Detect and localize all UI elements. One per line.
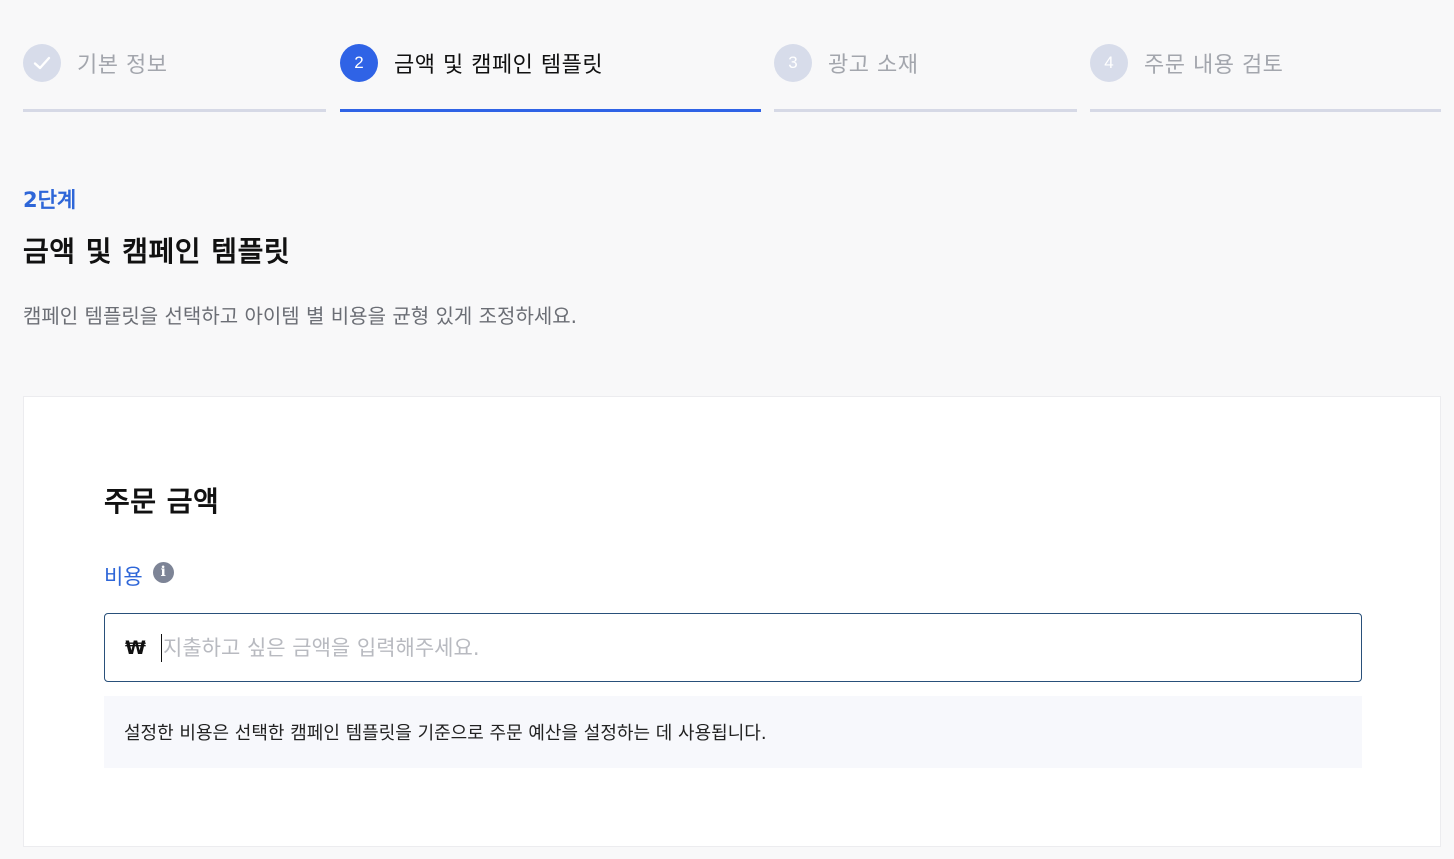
page-description: 캠페인 템플릿을 선택하고 아이템 별 비용을 균형 있게 조정하세요.: [23, 304, 578, 328]
stage-label: 2단계: [23, 188, 77, 212]
order-amount-card: 주문 금액 비용 i ₩ 설정한 비용은 선택한 캠페인 템플릿을 기준으로 주…: [23, 396, 1441, 847]
step-order-review[interactable]: 4 주문 내용 검토: [1090, 0, 1441, 114]
help-text: 설정한 비용은 선택한 캠페인 템플릿을 기준으로 주문 예산을 설정하는 데 …: [124, 723, 767, 744]
cost-label: 비용: [104, 565, 143, 589]
cost-input-box[interactable]: ₩: [104, 613, 1362, 682]
step-label: 기본 정보: [77, 53, 168, 78]
step-label: 금액 및 캠페인 템플릿: [394, 53, 604, 78]
step-label: 광고 소재: [828, 53, 919, 78]
stepper: 기본 정보 2 금액 및 캠페인 템플릿 3 광고 소재 4 주문 내용 검토: [0, 0, 1454, 120]
step-number: 3: [774, 44, 812, 82]
check-icon: [23, 44, 61, 82]
cost-label-row: 비용 i: [104, 561, 174, 591]
step-amount-template[interactable]: 2 금액 및 캠페인 템플릿: [340, 0, 761, 114]
currency-symbol: ₩: [125, 636, 146, 659]
help-box: 설정한 비용은 선택한 캠페인 템플릿을 기준으로 주문 예산을 설정하는 데 …: [104, 696, 1362, 768]
section-title: 주문 금액: [104, 485, 220, 518]
step-progress-bar: [1090, 109, 1441, 112]
step-number: 2: [340, 44, 378, 82]
step-head: 2 금액 및 캠페인 템플릿: [340, 44, 603, 82]
step-progress-bar: [774, 109, 1077, 112]
step-head: 4 주문 내용 검토: [1090, 44, 1283, 82]
step-basic-info[interactable]: 기본 정보: [23, 0, 326, 114]
step-head: 3 광고 소재: [774, 44, 918, 82]
step-label: 주문 내용 검토: [1144, 53, 1284, 78]
step-number: 4: [1090, 44, 1128, 82]
step-ad-creative[interactable]: 3 광고 소재: [774, 0, 1077, 114]
info-icon[interactable]: i: [152, 561, 174, 583]
step-progress-bar: [340, 109, 761, 112]
text-cursor: [161, 633, 162, 662]
step-head: 기본 정보: [23, 44, 167, 82]
page-title: 금액 및 캠페인 템플릿: [23, 235, 291, 268]
step-progress-bar: [23, 109, 326, 112]
cost-input[interactable]: [163, 635, 1313, 660]
